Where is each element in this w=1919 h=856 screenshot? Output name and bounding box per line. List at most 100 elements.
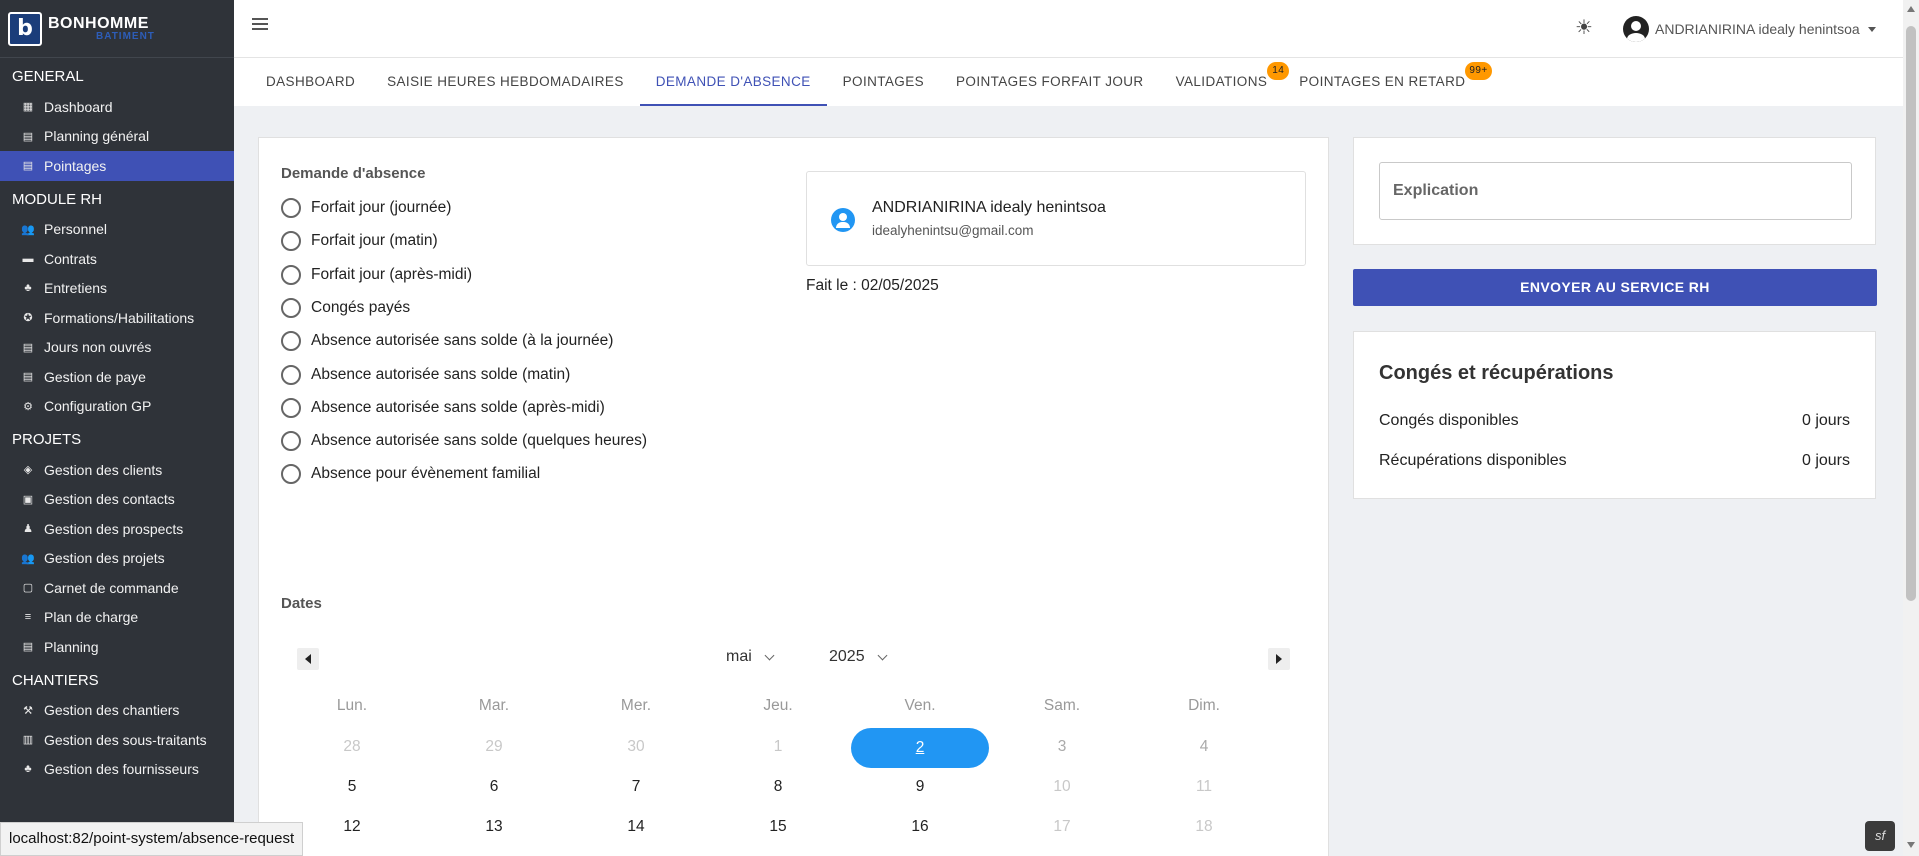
weekday-label: Mar. — [478, 697, 510, 714]
calendar-day[interactable]: 11 — [1133, 768, 1275, 806]
sidebar-item-gestion-des-clients[interactable]: ◈ Gestion des clients — [0, 455, 234, 485]
calendar-day[interactable]: 18 — [1133, 808, 1275, 846]
sidebar-item-gestion-des-chantiers[interactable]: ⚒ Gestion des chantiers — [0, 696, 234, 726]
sidebar-item-gestion-des-fournisseurs[interactable]: ♣ Gestion des fournisseurs — [0, 755, 234, 785]
sidebar-item-planning[interactable]: ▤ Planning — [0, 632, 234, 662]
tab-pointages-forfait-jour[interactable]: POINTAGES FORFAIT JOUR — [940, 58, 1160, 106]
sidebar-item-label: Gestion des prospects — [44, 520, 184, 537]
logo-mark: b — [8, 11, 42, 46]
sidebar-item-label: Carnet de commande — [44, 579, 179, 596]
radio-button[interactable] — [281, 198, 301, 218]
radio-button[interactable] — [281, 464, 301, 485]
leave-card: Congés et récupérations Congés disponibl… — [1353, 331, 1876, 499]
absence-type-radio[interactable]: Congés payés — [281, 297, 410, 318]
tab-demande-d-absence[interactable]: DEMANDE D'ABSENCE — [639, 58, 827, 106]
radio-button[interactable] — [281, 397, 301, 418]
absence-type-radio[interactable]: Absence pour évènement familial — [281, 464, 540, 485]
tab-saisie-heures-hebdomadaires[interactable]: SAISIE HEURES HEBDOMADAIRES — [371, 58, 640, 106]
day-number: 11 — [1195, 778, 1213, 795]
sidebar-item-gestion-des-sous-traitants[interactable]: ▥ Gestion des sous-traitants — [0, 725, 234, 755]
user-card: ANDRIANIRINA idealy henintsoa idealyheni… — [806, 171, 1306, 266]
sidebar-item-carnet-de-commande[interactable]: ▢ Carnet de commande — [0, 573, 234, 603]
group-icon: ♣ — [24, 282, 32, 295]
month-select[interactable]: mai — [726, 648, 775, 666]
radio-button[interactable] — [281, 264, 301, 285]
sidebar-item-gestion-des-projets[interactable]: 👥 Gestion des projets — [0, 544, 234, 574]
sidebar-item-gestion-de-paye[interactable]: ▤ Gestion de paye — [0, 362, 234, 392]
absence-type-radio[interactable]: Absence autorisée sans solde (après-midi… — [281, 397, 605, 418]
sidebar-item-planning-g-n-ral[interactable]: ▤ Planning général — [0, 122, 234, 152]
sidebar-item-gestion-des-prospects[interactable]: ♟ Gestion des prospects — [0, 514, 234, 544]
absence-type-radio[interactable]: Absence autorisée sans solde (quelques h… — [281, 431, 647, 452]
logo[interactable]: b BONHOMME BATIMENT — [0, 0, 234, 58]
calendar-day[interactable]: 2 — [849, 728, 991, 768]
sidebar-item-plan-de-charge[interactable]: ≡ Plan de charge — [0, 603, 234, 633]
absence-type-radio[interactable]: Forfait jour (journée) — [281, 198, 451, 218]
sidebar-item-label: Gestion des clients — [44, 461, 163, 478]
calendar-icon: ▤ — [22, 641, 34, 654]
sidebar-item-entretiens[interactable]: ♣ Entretiens — [0, 274, 234, 304]
radio-button[interactable] — [281, 297, 301, 318]
tab-validations[interactable]: VALIDATIONS 14 — [1160, 58, 1290, 106]
calendar-day[interactable]: 16 — [849, 808, 991, 846]
calendar-day[interactable]: 30 — [565, 728, 707, 766]
weekday-label: Lun. — [336, 697, 368, 714]
calendar-day[interactable]: 5 — [281, 768, 423, 806]
tab-pointages-en-retard[interactable]: POINTAGES EN RETARD 99+ — [1283, 58, 1492, 106]
next-month-button[interactable] — [1268, 648, 1290, 670]
symfony-toolbar-icon[interactable]: sf — [1865, 821, 1895, 851]
radio-button[interactable] — [281, 364, 301, 385]
sidebar-item-configuration-gp[interactable]: ⚙ Configuration GP — [0, 392, 234, 422]
day-number: 7 — [631, 778, 641, 795]
sidebar-item-dashboard[interactable]: ▦ Dashboard — [0, 92, 234, 122]
explanation-input[interactable]: Explication — [1379, 162, 1852, 220]
radio-button[interactable] — [281, 331, 301, 352]
calendar-day[interactable]: 3 — [991, 728, 1133, 766]
scroll-thumb[interactable] — [1906, 26, 1916, 601]
calendar-day[interactable]: 13 — [423, 808, 565, 846]
tab-pointages[interactable]: POINTAGES — [827, 58, 940, 106]
calendar-day[interactable]: 17 — [991, 808, 1133, 846]
scroll-down-icon[interactable] — [1907, 842, 1915, 848]
radio-button[interactable] — [281, 231, 301, 252]
sidebar-item-pointages[interactable]: ▤ Pointages — [0, 151, 234, 181]
scroll-up-icon[interactable] — [1907, 6, 1915, 12]
calendar-day[interactable]: 28 — [281, 728, 423, 766]
calendar-day[interactable]: 10 — [991, 768, 1133, 806]
calendar-day[interactable]: 29 — [423, 728, 565, 766]
sidebar-item-jours-non-ouvr-s[interactable]: ▤ Jours non ouvrés — [0, 333, 234, 363]
calendar-day[interactable]: 8 — [707, 768, 849, 806]
absence-type-radio[interactable]: Forfait jour (matin) — [281, 231, 438, 252]
radio-button[interactable] — [281, 431, 301, 452]
year-select[interactable]: 2025 — [829, 648, 888, 666]
explanation-card: Explication — [1353, 137, 1876, 245]
tab-dashboard[interactable]: DASHBOARD — [250, 58, 371, 106]
calendar-day[interactable]: 4 — [1133, 728, 1275, 766]
user-menu[interactable]: ANDRIANIRINA idealy henintsoa — [1623, 16, 1876, 42]
day-number: 16 — [911, 818, 929, 835]
absence-type-radio[interactable]: Absence autorisée sans solde (matin) — [281, 364, 570, 385]
sidebar-item-formations-habilitations[interactable]: ✪ Formations/Habilitations — [0, 303, 234, 333]
absence-type-radio[interactable]: Absence autorisée sans solde (à la journ… — [281, 331, 613, 352]
calendar-day[interactable]: 14 — [565, 808, 707, 846]
sidebar-item-label: Formations/Habilitations — [44, 309, 195, 326]
calendar-day[interactable]: 1 — [707, 728, 849, 766]
year-value: 2025 — [829, 648, 865, 665]
calendar-day[interactable]: 9 — [849, 768, 991, 806]
sidebar-item-personnel[interactable]: 👥 Personnel — [0, 215, 234, 245]
absence-type-radio[interactable]: Forfait jour (après-midi) — [281, 264, 472, 285]
scrollbar[interactable] — [1903, 0, 1919, 856]
calendar-day[interactable]: 6 — [423, 768, 565, 806]
sidebar-item-label: Gestion de paye — [44, 368, 146, 385]
day-number: 4 — [1199, 738, 1209, 755]
send-to-hr-button[interactable]: ENVOYER AU SERVICE RH — [1353, 269, 1877, 306]
day-number: 10 — [1053, 778, 1071, 795]
theme-toggle-icon[interactable]: ☀ — [1572, 16, 1596, 40]
calendar-day[interactable]: 7 — [565, 768, 707, 806]
menu-icon[interactable] — [252, 18, 268, 32]
sidebar-item-gestion-des-contacts[interactable]: ▣ Gestion des contacts — [0, 485, 234, 515]
sidebar-item-contrats[interactable]: ▬ Contrats — [0, 244, 234, 274]
tab-label: VALIDATIONS — [1175, 74, 1268, 89]
prev-month-button[interactable] — [297, 648, 319, 670]
calendar-day[interactable]: 15 — [707, 808, 849, 846]
